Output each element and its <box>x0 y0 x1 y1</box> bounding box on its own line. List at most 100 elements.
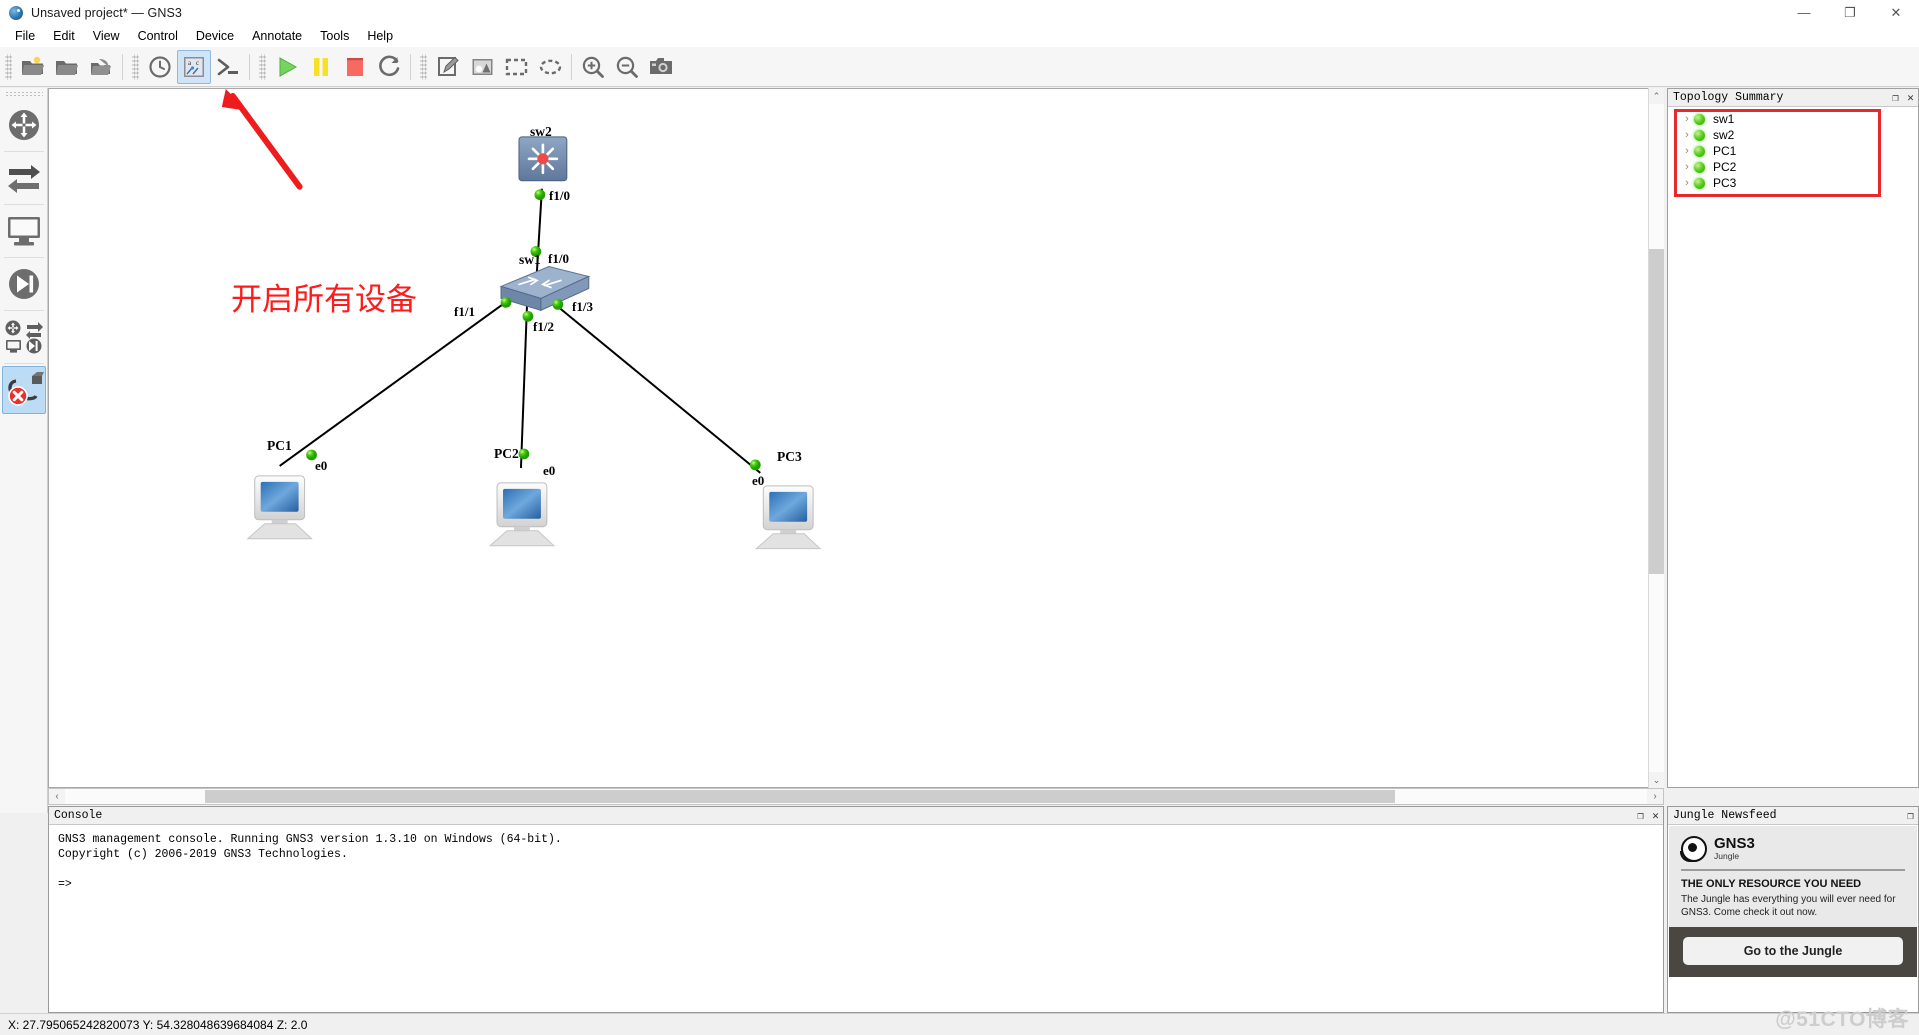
topology-node-pc2[interactable]: › PC2 <box>1668 159 1918 175</box>
minimize-button[interactable]: — <box>1781 0 1827 25</box>
window-title: Unsaved project* — GNS3 <box>31 5 182 20</box>
topology-summary-close-button[interactable]: ✕ <box>1903 90 1918 106</box>
start-all-devices-button[interactable] <box>270 50 304 84</box>
zoom-out-button[interactable] <box>610 50 644 84</box>
console-close-button[interactable]: ✕ <box>1648 808 1663 824</box>
console-float-button[interactable]: ❐ <box>1633 808 1648 824</box>
link-sw1-pc3[interactable] <box>553 302 761 474</box>
chevron-right-icon[interactable]: › <box>1680 129 1694 141</box>
led-sw1-f1-3 <box>552 298 564 310</box>
open-folder-icon <box>56 60 78 75</box>
port-label-sw1-f1-2: f1/2 <box>533 319 554 334</box>
menu-device[interactable]: Device <box>187 27 243 45</box>
screenshot-button[interactable] <box>644 50 678 84</box>
led-sw1-f1-1 <box>500 297 512 308</box>
node-PC2[interactable] <box>488 482 556 547</box>
toolbar-grip-2[interactable] <box>132 53 139 80</box>
stop-all-devices-button[interactable] <box>338 50 372 84</box>
go-to-the-jungle-button[interactable]: Go to the Jungle <box>1683 937 1903 965</box>
chevron-right-icon[interactable]: › <box>1680 161 1694 173</box>
topology-node-label: sw2 <box>1713 128 1735 142</box>
link-sw1-pc2[interactable] <box>519 306 528 468</box>
topology-summary-list: › sw1 › sw2 › PC1 › PC2 › PC3 <box>1668 107 1918 197</box>
sidebar-item-end-devices[interactable] <box>2 207 46 255</box>
vscroll-track[interactable] <box>1649 104 1664 772</box>
topology-node-pc3[interactable]: › PC3 <box>1668 175 1918 191</box>
sidebar-item-security-devices[interactable] <box>2 260 46 308</box>
menu-control[interactable]: Control <box>129 27 187 45</box>
draw-rectangle-button[interactable] <box>499 50 533 84</box>
hscroll-thumb[interactable] <box>205 790 1395 803</box>
vscroll-thumb[interactable] <box>1649 249 1664 574</box>
sidebar-grip[interactable] <box>4 91 43 98</box>
new-project-button[interactable] <box>16 50 50 84</box>
hscroll-track[interactable] <box>65 789 1647 804</box>
add-note-button[interactable] <box>431 50 465 84</box>
topology-node-sw1[interactable]: › sw1 <box>1668 111 1918 127</box>
port-label-sw1-f1-0: f1/0 <box>548 251 569 266</box>
node-label-PC3: PC3 <box>777 449 802 464</box>
port-label-sw1-f1-3: f1/3 <box>572 299 593 314</box>
topology-node-sw2[interactable]: › sw2 <box>1668 127 1918 143</box>
suspend-all-devices-button[interactable] <box>304 50 338 84</box>
console-all-button[interactable] <box>211 50 245 84</box>
topology-summary-panel: Topology Summary ❐ ✕ › sw1 › sw2 › PC1 ›… <box>1667 88 1919 788</box>
maximize-button[interactable]: ❐ <box>1827 0 1873 25</box>
menu-edit[interactable]: Edit <box>44 27 84 45</box>
canvas-horizontal-scrollbar[interactable]: ‹ › <box>48 788 1664 805</box>
save-project-button[interactable] <box>84 50 118 84</box>
menubar: File Edit View Control Device Annotate T… <box>0 25 1919 47</box>
toolbar-grip-3[interactable] <box>259 53 266 80</box>
jungle-newsfeed-panel: Jungle Newsfeed ❐ GNS3 Jungle THE ONLY R… <box>1667 806 1919 1013</box>
topology-node-pc1[interactable]: › PC1 <box>1668 143 1918 159</box>
node-PC1[interactable] <box>246 475 313 540</box>
port-label-pc2-e0: e0 <box>543 463 556 478</box>
jungle-float-button[interactable]: ❐ <box>1903 808 1918 824</box>
chevron-right-icon[interactable]: › <box>1680 177 1694 189</box>
sidebar-item-add-link[interactable] <box>1 366 46 414</box>
menu-annotate[interactable]: Annotate <box>243 27 311 45</box>
draw-ellipse-button[interactable] <box>533 50 567 84</box>
topology-canvas[interactable]: sw2 sw1 PC1 PC2 PC3 f1/0 f1/0 f1/1 f1/2 … <box>48 88 1664 788</box>
console-output[interactable]: GNS3 management console. Running GNS3 ve… <box>50 826 1662 1011</box>
snapshot-history-button[interactable] <box>143 50 177 84</box>
reload-all-devices-button[interactable] <box>372 50 406 84</box>
zoom-in-button[interactable] <box>576 50 610 84</box>
toolbar-grip[interactable] <box>5 53 12 80</box>
close-button[interactable]: ✕ <box>1873 0 1919 25</box>
sidebar-item-all-devices[interactable] <box>2 313 46 361</box>
node-sw2[interactable] <box>518 136 568 182</box>
toolbar-grip-4[interactable] <box>420 53 427 80</box>
menu-tools[interactable]: Tools <box>311 27 358 45</box>
scroll-left-arrow-icon[interactable]: ‹ <box>49 789 65 804</box>
camera-icon <box>650 58 672 74</box>
sidebar-item-switches[interactable] <box>2 154 46 202</box>
chevron-right-icon[interactable]: › <box>1680 113 1694 125</box>
scroll-right-arrow-icon[interactable]: › <box>1647 789 1663 804</box>
new-project-folder-icon <box>22 56 44 75</box>
scroll-up-arrow-icon[interactable]: ⌃ <box>1649 88 1664 104</box>
scroll-down-arrow-icon[interactable]: ⌄ <box>1649 772 1664 788</box>
jungle-logo-name: GNS3 <box>1714 834 1755 852</box>
sidebar-item-routers[interactable] <box>2 101 46 149</box>
port-label-pc3-e0: e0 <box>752 473 765 488</box>
topology-summary-titlebar: Topology Summary ❐ ✕ <box>1668 89 1918 107</box>
open-project-button[interactable] <box>50 50 84 84</box>
annotation-arrow <box>221 89 303 190</box>
jungle-headline: THE ONLY RESOURCE YOU NEED <box>1681 878 1862 890</box>
topology-summary-float-button[interactable]: ❐ <box>1888 90 1903 106</box>
insert-image-button[interactable] <box>465 50 499 84</box>
node-label-sw2: sw2 <box>530 124 552 139</box>
node-PC3[interactable] <box>754 485 822 550</box>
link-sw1-pc1[interactable] <box>279 302 505 467</box>
show-interface-labels-button[interactable]: a c <box>177 49 211 84</box>
chevron-right-icon[interactable]: › <box>1680 145 1694 157</box>
menu-file[interactable]: File <box>6 27 44 45</box>
led-sw1-f1-2 <box>522 310 534 322</box>
canvas-vertical-scrollbar[interactable]: ⌃ ⌄ <box>1648 88 1664 788</box>
jungle-titlebar: Jungle Newsfeed ❐ <box>1668 807 1918 825</box>
menu-help[interactable]: Help <box>358 27 402 45</box>
router-icon <box>8 110 39 140</box>
menu-view[interactable]: View <box>84 27 129 45</box>
pause-bars-icon <box>314 57 328 76</box>
